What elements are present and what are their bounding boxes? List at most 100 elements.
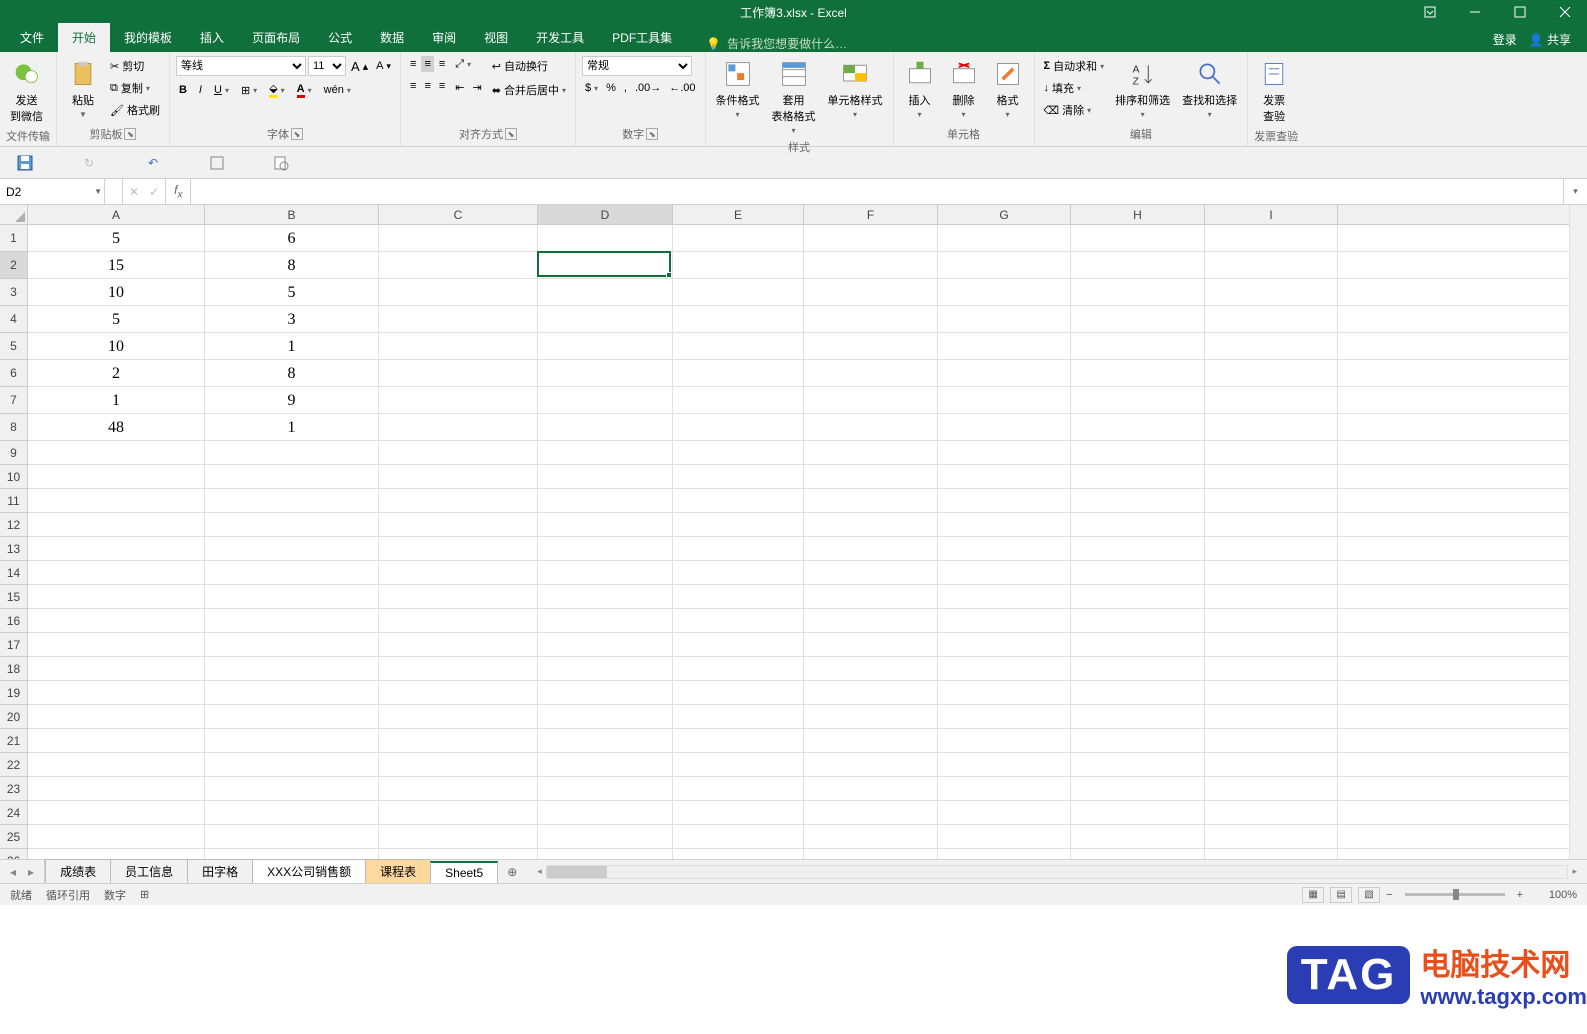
- cell[interactable]: [28, 705, 205, 729]
- cell[interactable]: [673, 252, 804, 279]
- cell[interactable]: [28, 657, 205, 681]
- cell[interactable]: [205, 849, 379, 859]
- cell[interactable]: [205, 825, 379, 849]
- cell[interactable]: [379, 633, 538, 657]
- cell[interactable]: [205, 441, 379, 465]
- increase-decimal-button[interactable]: .00→: [632, 80, 664, 96]
- cell[interactable]: [673, 609, 804, 633]
- align-center-button[interactable]: ≡: [421, 78, 433, 94]
- cell[interactable]: [205, 465, 379, 489]
- copy-button[interactable]: ⧉复制▾: [107, 78, 163, 98]
- cell[interactable]: [28, 849, 205, 859]
- cell[interactable]: 1: [205, 333, 379, 360]
- cell[interactable]: 10: [28, 333, 205, 360]
- cell[interactable]: [673, 777, 804, 801]
- cell[interactable]: [205, 777, 379, 801]
- cell[interactable]: [379, 657, 538, 681]
- cell[interactable]: [804, 609, 938, 633]
- merge-center-button[interactable]: ⬌合并后居中▾: [489, 80, 569, 100]
- decrease-font-button[interactable]: A▾: [373, 58, 394, 74]
- cell[interactable]: [28, 825, 205, 849]
- font-name-select[interactable]: 等线: [176, 56, 306, 76]
- cell[interactable]: [1071, 657, 1205, 681]
- cell[interactable]: [379, 537, 538, 561]
- cell[interactable]: [938, 777, 1071, 801]
- cell[interactable]: [205, 537, 379, 561]
- font-dialog-launcher[interactable]: ⬊: [291, 128, 303, 140]
- cell[interactable]: [1205, 609, 1338, 633]
- column-header[interactable]: A: [28, 205, 205, 224]
- cell[interactable]: [379, 441, 538, 465]
- cell[interactable]: [673, 753, 804, 777]
- column-header[interactable]: E: [673, 205, 804, 224]
- cell[interactable]: [1205, 849, 1338, 859]
- cell[interactable]: [1205, 681, 1338, 705]
- cell[interactable]: [938, 825, 1071, 849]
- cell[interactable]: [538, 657, 673, 681]
- cell[interactable]: [1071, 777, 1205, 801]
- cell[interactable]: 8: [205, 252, 379, 279]
- cell[interactable]: [205, 633, 379, 657]
- cell[interactable]: [1205, 657, 1338, 681]
- cell[interactable]: [938, 633, 1071, 657]
- save-button[interactable]: [14, 152, 36, 174]
- phonetic-button[interactable]: wén▾: [321, 82, 354, 98]
- new-sheet-button[interactable]: ⊕: [497, 860, 527, 883]
- sheet-tab[interactable]: Sheet5: [430, 861, 498, 883]
- cell[interactable]: [538, 777, 673, 801]
- cell[interactable]: 1: [205, 414, 379, 441]
- cell[interactable]: [28, 441, 205, 465]
- cell[interactable]: [938, 537, 1071, 561]
- cell[interactable]: [28, 777, 205, 801]
- cell[interactable]: [804, 753, 938, 777]
- clear-button[interactable]: ⌫ 清除▾: [1041, 100, 1108, 120]
- ribbon-display-options-button[interactable]: [1407, 0, 1452, 24]
- fx-icon[interactable]: fx: [166, 179, 191, 204]
- cell[interactable]: [379, 414, 538, 441]
- cell[interactable]: [938, 729, 1071, 753]
- cell[interactable]: [1071, 225, 1205, 252]
- cell[interactable]: [1071, 681, 1205, 705]
- sheet-nav-prev[interactable]: ◂: [10, 865, 16, 879]
- cell[interactable]: [28, 513, 205, 537]
- bold-button[interactable]: B: [176, 82, 190, 98]
- cell[interactable]: [538, 729, 673, 753]
- cell[interactable]: [1071, 609, 1205, 633]
- cell[interactable]: [379, 489, 538, 513]
- cell[interactable]: 5: [28, 306, 205, 333]
- align-top-button[interactable]: ≡: [407, 56, 419, 72]
- cell[interactable]: [1071, 279, 1205, 306]
- cell[interactable]: [28, 681, 205, 705]
- name-box[interactable]: ▼: [0, 179, 105, 204]
- cell[interactable]: [938, 609, 1071, 633]
- cell[interactable]: [28, 633, 205, 657]
- tell-me-search[interactable]: 💡 告诉我您想要做什么…: [706, 35, 847, 52]
- cell[interactable]: [1071, 705, 1205, 729]
- borders-button[interactable]: ⊞▾: [238, 82, 260, 99]
- cell[interactable]: [538, 387, 673, 414]
- expand-formula-bar-button[interactable]: ▾: [1563, 179, 1587, 204]
- cell[interactable]: [673, 633, 804, 657]
- cell[interactable]: [1205, 387, 1338, 414]
- paste-button[interactable]: 粘贴 ▼: [63, 56, 103, 121]
- cell[interactable]: [804, 633, 938, 657]
- cell[interactable]: [205, 753, 379, 777]
- new-slide-button[interactable]: [206, 152, 228, 174]
- sheet-tab[interactable]: XXX公司销售额: [252, 859, 366, 883]
- cell[interactable]: [804, 333, 938, 360]
- tab-review[interactable]: 审阅: [418, 23, 470, 52]
- cell[interactable]: [1205, 441, 1338, 465]
- cell[interactable]: 3: [205, 306, 379, 333]
- cell[interactable]: [804, 801, 938, 825]
- cell[interactable]: 8: [205, 360, 379, 387]
- cell[interactable]: [379, 225, 538, 252]
- cell[interactable]: [1205, 705, 1338, 729]
- cell[interactable]: [673, 561, 804, 585]
- row-header[interactable]: 22: [0, 753, 27, 777]
- tab-file[interactable]: 文件: [6, 23, 58, 52]
- tab-home[interactable]: 开始: [58, 23, 110, 52]
- tab-page-layout[interactable]: 页面布局: [238, 23, 314, 52]
- formula-input[interactable]: [191, 179, 1563, 204]
- cell[interactable]: [804, 561, 938, 585]
- cell[interactable]: 10: [28, 279, 205, 306]
